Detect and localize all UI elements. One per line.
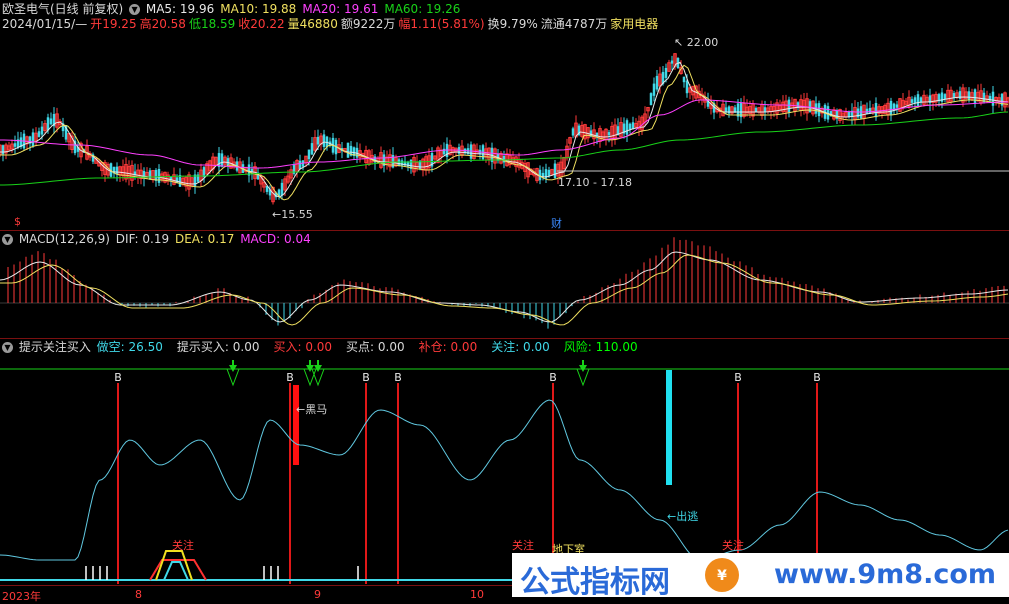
candle-body — [973, 89, 977, 103]
buy-marker-b: B — [734, 371, 742, 384]
buy-marker-b: B — [394, 371, 402, 384]
candle-body — [670, 60, 674, 64]
buy-marker-b: B — [114, 371, 122, 384]
guanzhu-label-2: 关注 — [512, 539, 534, 552]
candle-body — [31, 132, 35, 147]
candle-body — [178, 175, 182, 187]
svg-text:¥: ¥ — [717, 568, 727, 584]
candle-body — [13, 143, 17, 147]
candle-body — [154, 169, 158, 181]
watermark-text: 公式指标网 — [520, 565, 670, 600]
candle-body — [865, 108, 869, 114]
finance-tag[interactable]: 财 — [551, 215, 562, 231]
candle-body — [280, 182, 284, 196]
buy-marker-b: B — [813, 371, 821, 384]
candle-body — [298, 160, 302, 170]
candle-body — [655, 75, 659, 90]
candle-body — [685, 80, 689, 94]
candle-body — [895, 104, 899, 108]
watermark-url[interactable]: www.9m8.com — [774, 559, 996, 590]
candle-body — [607, 132, 611, 136]
candle-body — [1, 145, 5, 155]
candle-body — [652, 83, 656, 96]
candle-body — [316, 136, 320, 145]
xaxis-label-3: 10 — [470, 588, 484, 601]
buy-marker-b: B — [549, 371, 557, 384]
price-high-label: ↖ 22.00 — [674, 36, 719, 49]
candle-body — [991, 91, 995, 106]
xaxis-label-2: 9 — [314, 588, 321, 601]
ma10-line — [0, 64, 1009, 201]
candle-body — [442, 148, 446, 155]
candle-body — [910, 99, 914, 103]
candle-body — [115, 166, 119, 175]
candle-body — [541, 172, 545, 177]
candle-body — [46, 117, 50, 131]
candle-body — [952, 93, 956, 98]
candle-body — [628, 123, 632, 130]
chart-canvas: BBBBBBB — [0, 53, 1009, 584]
candle-body — [571, 128, 575, 136]
candle-body — [967, 91, 971, 100]
candle-body — [787, 99, 791, 113]
candle-body — [322, 134, 326, 147]
price-low-label: ←15.55 — [272, 208, 313, 221]
candle-body — [889, 100, 893, 116]
candle-body — [307, 149, 311, 160]
guanzhu-shape-cyan — [163, 561, 189, 581]
dea-line — [0, 254, 1009, 326]
heima-bar — [293, 385, 299, 465]
price-range-label: 17.10 - 17.18 — [558, 176, 632, 189]
candle-body — [916, 94, 920, 106]
oscillator-line — [0, 399, 1009, 561]
candle-body — [874, 103, 878, 118]
candle-body — [553, 163, 557, 179]
candle-body — [547, 169, 551, 176]
guanzhu-label-3: 关注 — [722, 539, 744, 552]
candle-body — [220, 153, 224, 167]
candle-body — [625, 120, 629, 135]
s-tag[interactable]: $ — [14, 215, 21, 228]
candle-body — [49, 118, 53, 125]
chutao-bar — [666, 370, 672, 485]
candle-body — [682, 76, 686, 83]
xaxis-label-1: 8 — [135, 588, 142, 601]
chutao-label: ←出逃 — [667, 510, 699, 523]
candle-body — [217, 153, 221, 168]
candle-body — [310, 143, 314, 155]
candle-body — [943, 94, 947, 100]
buy-marker-b: B — [362, 371, 370, 384]
heima-label: ←黑马 — [296, 403, 328, 416]
candle-body — [664, 67, 668, 78]
candle-body — [148, 170, 152, 180]
candle-body — [649, 93, 653, 106]
buy-marker-b: B — [286, 371, 294, 384]
guanzhu-label-1: 关注 — [172, 539, 194, 552]
candle-body — [40, 126, 44, 135]
dif-line — [0, 251, 1009, 323]
candle-body — [226, 158, 230, 166]
candle-body — [346, 142, 350, 158]
candle-body — [157, 168, 161, 183]
watermark: ¥ 公式指标网 www.9m8.com — [512, 553, 1009, 600]
candle-body — [37, 131, 41, 137]
